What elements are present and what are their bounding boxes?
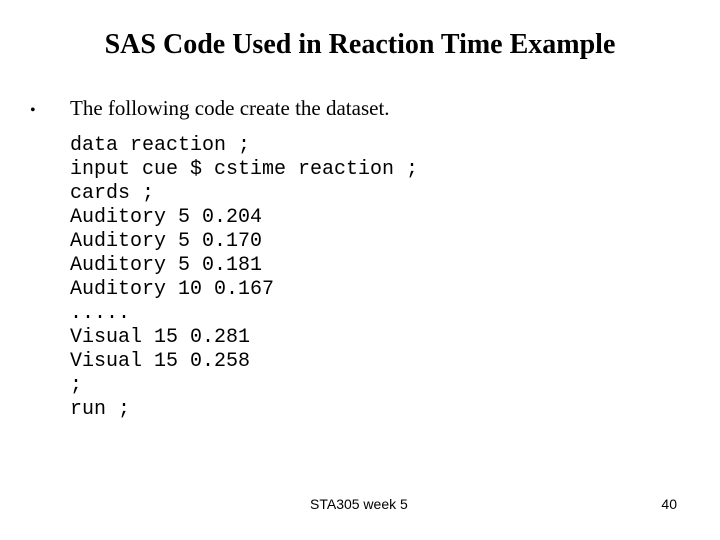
code-line: data reaction ; [70,134,251,157]
code-line: Auditory 5 0.181 [70,254,263,277]
code-line: Auditory 5 0.170 [70,230,263,253]
code-line: ..... [70,302,131,325]
page-number: 40 [661,496,677,512]
code-line: run ; [70,398,131,421]
code-line: Auditory 10 0.167 [70,278,275,301]
bullet-item: • The following code create the dataset. [30,94,390,125]
bullet-text: The following code create the dataset. [70,96,390,120]
code-line: cards ; [70,182,155,205]
code-line: Visual 15 0.281 [70,326,251,349]
code-line: Visual 15 0.258 [70,350,251,373]
code-line: input cue $ cstime reaction ; [70,158,419,181]
code-block: data reaction ; input cue $ cstime reacti… [70,134,418,422]
bullet-icon: • [30,102,36,119]
code-line: ; [70,374,83,397]
code-line: Auditory 5 0.204 [70,206,263,229]
footer-course-label: STA305 week 5 [310,496,408,512]
slide-title: SAS Code Used in Reaction Time Example [104,29,616,60]
